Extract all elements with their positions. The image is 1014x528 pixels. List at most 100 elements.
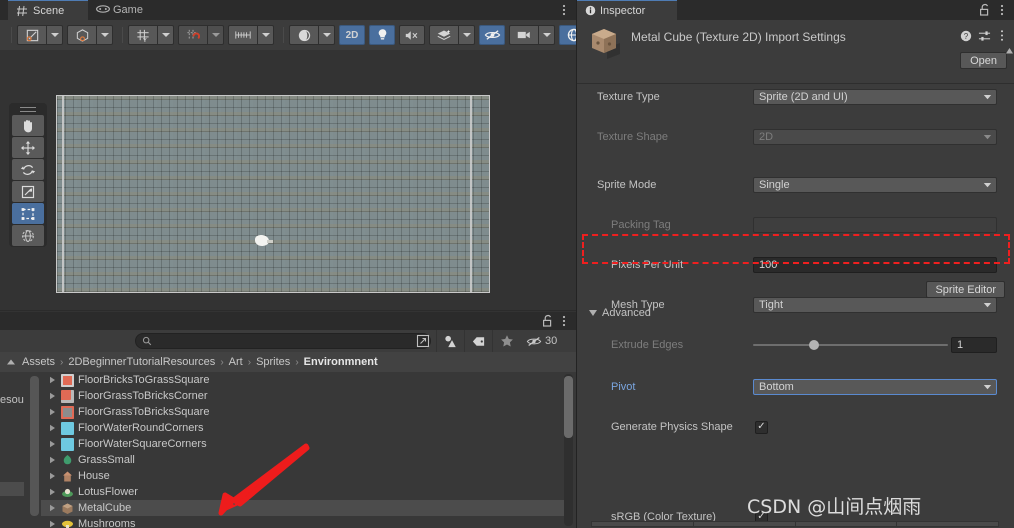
sprite-editor-button[interactable]: Sprite Editor <box>926 281 1005 298</box>
texture-type-dropdown[interactable]: Sprite (2D and UI) <box>753 89 997 105</box>
grid-axis-chevron-down-icon[interactable] <box>158 25 174 45</box>
pivot-label: Pivot <box>611 381 636 393</box>
tab-scene[interactable]: Scene <box>8 0 88 20</box>
shaded-icon[interactable] <box>17 25 47 45</box>
platform-tab-standalone[interactable] <box>692 521 795 527</box>
project-kebab-menu-icon[interactable] <box>558 314 570 331</box>
inspector-scrollbar-up[interactable] <box>1005 46 1014 86</box>
chevron-right-icon[interactable] <box>47 423 57 433</box>
tilemap-left-edge <box>62 96 64 292</box>
ruler-group <box>228 25 274 45</box>
transform-tool[interactable] <box>12 225 44 246</box>
search-input[interactable] <box>135 333 431 349</box>
chevron-right-icon[interactable] <box>47 487 57 497</box>
list-item[interactable]: LotusFlower <box>41 484 569 500</box>
rect-transform-icon[interactable] <box>12 203 44 224</box>
tab-inspector[interactable]: Inspector <box>577 0 677 20</box>
scene-viewport[interactable] <box>0 50 576 312</box>
platform-tab-default[interactable] <box>591 521 693 527</box>
palette-drag-handle[interactable] <box>20 107 36 112</box>
sprite-thumbnail <box>61 405 74 419</box>
breadcrumb-item-resources[interactable]: 2DBeginnerTutorialResources <box>68 356 215 368</box>
cube-icon[interactable] <box>67 25 97 45</box>
inspector-kebab-menu-icon[interactable] <box>996 3 1008 20</box>
extrude-edges-slider[interactable] <box>753 337 948 353</box>
sprite-mode-dropdown[interactable]: Single <box>753 177 997 193</box>
asset-list-scrollbar[interactable] <box>564 376 573 438</box>
chevron-right-icon[interactable] <box>47 471 57 481</box>
breadcrumb-collapse-icon[interactable] <box>0 358 22 366</box>
star-icon[interactable] <box>492 330 520 352</box>
extrude-edges-input[interactable]: 1 <box>951 337 997 353</box>
project-folder-tree[interactable]: esou <box>0 372 24 528</box>
list-item[interactable]: House <box>41 468 569 484</box>
mesh-type-dropdown[interactable]: Tight <box>753 297 997 313</box>
tree-scrollbar[interactable] <box>30 376 39 516</box>
eye-off-icon[interactable] <box>479 25 505 45</box>
list-item[interactable]: FloorGrassToBricksCorner <box>41 388 569 404</box>
generate-physics-shape-checkbox[interactable]: ✓ <box>755 420 768 434</box>
list-item[interactable]: FloorWaterSquareCorners <box>41 436 569 452</box>
lightbulb-icon[interactable] <box>369 25 395 45</box>
list-item[interactable]: FloorBricksToGrassSquare <box>41 372 569 388</box>
preset-icon[interactable] <box>978 30 991 42</box>
slider-knob[interactable] <box>809 340 819 350</box>
ruler-icon[interactable] <box>228 25 258 45</box>
list-item[interactable]: FloorGrassToBricksSquare <box>41 404 569 420</box>
list-item[interactable]: Mushrooms <box>41 516 569 528</box>
project-tab-bar <box>0 312 576 330</box>
sprite-thumbnail <box>61 421 74 435</box>
platform-tabs[interactable] <box>591 521 999 527</box>
list-item[interactable]: FloorWaterRoundCorners <box>41 420 569 436</box>
mute-speaker-icon[interactable] <box>399 25 425 45</box>
breadcrumb-item-sprites[interactable]: Sprites <box>256 356 290 368</box>
inspector-panel: Inspector Metal Cube (Texture 2D) Import… <box>576 0 1014 528</box>
type-filter-icon[interactable] <box>436 330 464 352</box>
sphere-icon[interactable] <box>289 25 319 45</box>
hidden-assets-count[interactable]: 30 <box>520 330 563 352</box>
open-button[interactable]: Open <box>960 52 1007 69</box>
chevron-right-icon[interactable] <box>47 391 57 401</box>
scale-tool[interactable] <box>12 181 44 202</box>
ruler-chevron-down-icon[interactable] <box>258 25 274 45</box>
breadcrumb-item-assets[interactable]: Assets <box>22 356 55 368</box>
pivot-dropdown[interactable]: Bottom <box>753 379 997 395</box>
horizontal-splitter[interactable] <box>0 310 576 311</box>
platform-tab-ios[interactable] <box>794 521 897 527</box>
scene-kebab-menu-icon[interactable] <box>558 3 570 17</box>
label-tag-icon[interactable] <box>464 330 492 352</box>
move-tool[interactable] <box>12 137 44 158</box>
platform-tab-android[interactable] <box>896 521 999 527</box>
chevron-right-icon[interactable] <box>47 519 57 528</box>
chevron-right-icon[interactable] <box>47 503 57 513</box>
tab-game[interactable]: Game <box>88 0 158 20</box>
rotate-tool[interactable] <box>12 159 44 180</box>
camera-chevron-down-icon[interactable] <box>539 25 555 45</box>
grid-y-icon[interactable]: Y <box>128 25 158 45</box>
advanced-foldout[interactable]: Advanced <box>583 307 651 319</box>
header-kebab-menu-icon[interactable] <box>997 29 1007 42</box>
breadcrumb-item-environment[interactable]: Environmnent <box>304 356 378 368</box>
project-unlocked-icon[interactable] <box>542 314 554 331</box>
pixels-per-unit-input[interactable]: 100 <box>753 257 997 273</box>
shading-chevron-down-icon[interactable] <box>319 25 335 45</box>
inspector-unlocked-icon[interactable] <box>979 3 991 20</box>
list-item[interactable]: GrassSmall <box>41 452 569 468</box>
chevron-right-icon[interactable] <box>47 439 57 449</box>
camera-icon[interactable] <box>509 25 539 45</box>
fx-chevron-down-icon[interactable] <box>459 25 475 45</box>
chevron-right-icon[interactable] <box>47 407 57 417</box>
2d-toggle[interactable]: 2D <box>339 25 365 45</box>
draw-mode-chevron-down-icon[interactable] <box>47 25 63 45</box>
list-item[interactable]: MetalCube <box>41 500 569 516</box>
expand-search-icon[interactable] <box>416 334 430 351</box>
gizmo-mode-chevron-down-icon[interactable] <box>97 25 113 45</box>
help-icon[interactable]: ? <box>960 30 972 42</box>
grid-snap-chevron-down-icon[interactable] <box>208 25 224 45</box>
magnet-icon[interactable] <box>178 25 208 45</box>
breadcrumb-item-art[interactable]: Art <box>229 356 243 368</box>
chevron-right-icon[interactable] <box>47 375 57 385</box>
hand-tool[interactable] <box>12 115 44 136</box>
fx-layers-icon[interactable] <box>429 25 459 45</box>
chevron-right-icon[interactable] <box>47 455 57 465</box>
